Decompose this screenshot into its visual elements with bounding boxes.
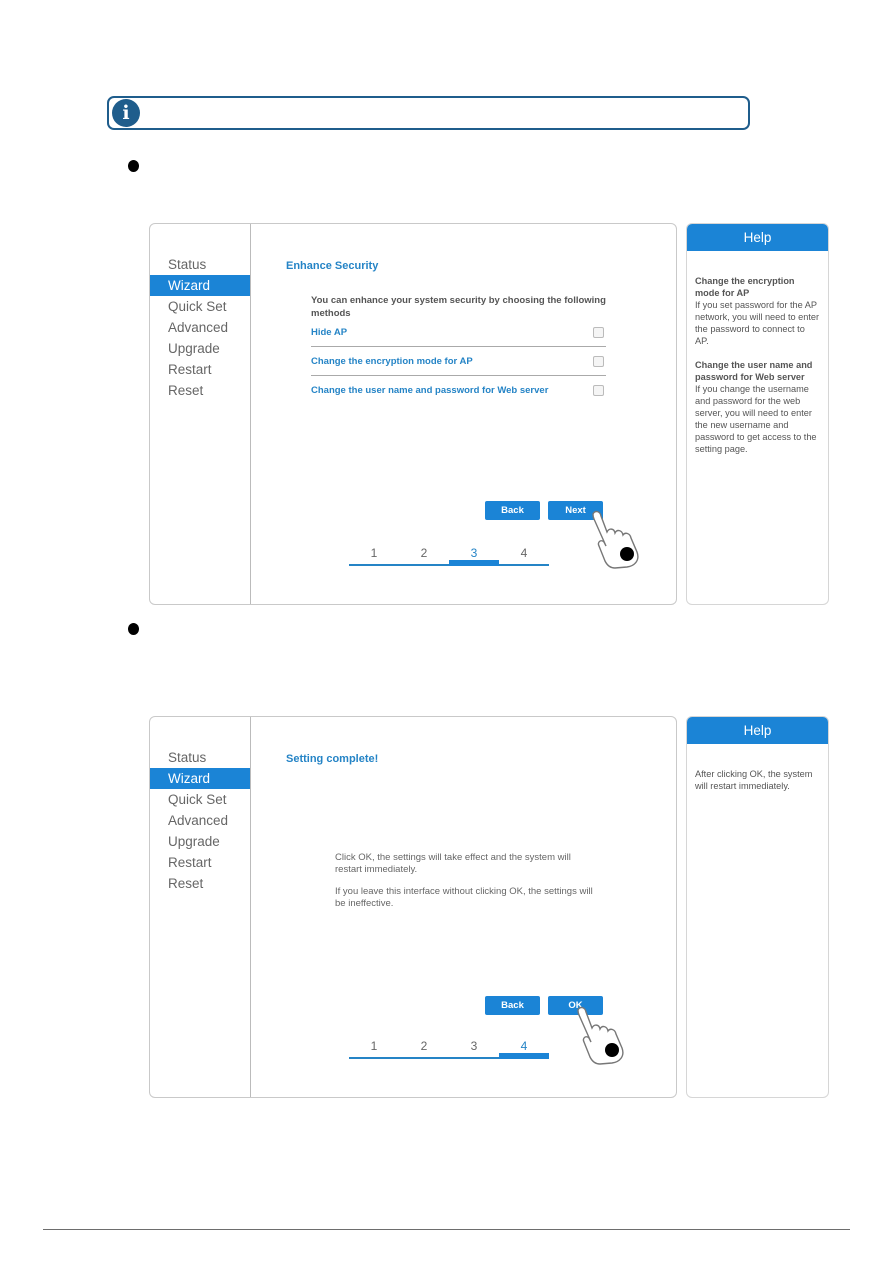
option-label: Change the user name and password for We…: [311, 385, 549, 396]
step-1: 1: [370, 546, 378, 560]
wizard-step-indicator: 1 2 3 4: [349, 546, 549, 566]
step-1: 1: [370, 1039, 378, 1053]
sidebar-item-advanced[interactable]: Advanced: [150, 810, 250, 831]
help-panel: Help After clicking OK, the system will …: [686, 716, 829, 1098]
web-credentials-checkbox[interactable]: [593, 385, 604, 396]
step-3: 3: [470, 1039, 478, 1053]
sidebar-item-advanced[interactable]: Advanced: [150, 317, 250, 338]
back-button[interactable]: Back: [485, 501, 540, 520]
help-panel: Help Change the encryption mode for AP I…: [686, 223, 829, 605]
step-bullet: [128, 160, 139, 172]
sidebar-item-wizard[interactable]: Wizard: [150, 275, 250, 296]
encryption-mode-checkbox[interactable]: [593, 356, 604, 367]
help-body: Change the encryption mode for AP If you…: [687, 251, 828, 455]
message-paragraph: If you leave this interface without clic…: [335, 886, 593, 909]
option-hide-ap: Hide AP: [311, 324, 606, 347]
help-header: Help: [687, 224, 828, 251]
sidebar: Status Wizard Quick Set Advanced Upgrade…: [150, 224, 251, 604]
option-encryption-mode: Change the encryption mode for AP: [311, 353, 606, 376]
option-web-credentials: Change the user name and password for We…: [311, 382, 606, 404]
help-header: Help: [687, 717, 828, 744]
help-heading: Change the user name and password for We…: [695, 360, 813, 382]
option-label: Change the encryption mode for AP: [311, 356, 473, 367]
callout-dot-icon: [620, 547, 634, 561]
sidebar-item-upgrade[interactable]: Upgrade: [150, 831, 250, 852]
sidebar-item-quick-set[interactable]: Quick Set: [150, 296, 250, 317]
sidebar-item-quick-set[interactable]: Quick Set: [150, 789, 250, 810]
sidebar-item-restart[interactable]: Restart: [150, 359, 250, 380]
page-title: Enhance Security: [286, 260, 379, 272]
sidebar-nav: Status Wizard Quick Set Advanced Upgrade…: [150, 254, 250, 401]
current-step-marker: [449, 560, 499, 566]
back-button[interactable]: Back: [485, 996, 540, 1015]
option-label: Hide AP: [311, 327, 348, 338]
info-note-box: [107, 96, 750, 130]
sidebar-item-restart[interactable]: Restart: [150, 852, 250, 873]
hand-pointer-icon: [592, 510, 639, 569]
sidebar-item-reset[interactable]: Reset: [150, 380, 250, 401]
help-heading: Change the encryption mode for AP: [695, 276, 795, 298]
current-step-marker: [499, 1053, 549, 1059]
sidebar-item-wizard[interactable]: Wizard: [150, 768, 250, 789]
footer-divider: [43, 1229, 850, 1230]
sidebar-item-status[interactable]: Status: [150, 254, 250, 275]
sidebar-item-reset[interactable]: Reset: [150, 873, 250, 894]
sidebar-item-upgrade[interactable]: Upgrade: [150, 338, 250, 359]
sidebar: Status Wizard Quick Set Advanced Upgrade…: [150, 717, 251, 1097]
step-2: 2: [420, 546, 428, 560]
step-2: 2: [420, 1039, 428, 1053]
help-text: If you change the username and password …: [695, 384, 817, 454]
step-4: 4: [520, 1039, 528, 1053]
info-icon: i: [112, 99, 140, 127]
step-4: 4: [520, 546, 528, 560]
completion-message: Click OK, the settings will take effect …: [335, 852, 600, 920]
step-bullet: [128, 623, 139, 635]
wizard-step-indicator: 1 2 3 4: [349, 1039, 549, 1059]
sidebar-nav: Status Wizard Quick Set Advanced Upgrade…: [150, 747, 250, 894]
callout-dot-icon: [605, 1043, 619, 1057]
hide-ap-checkbox[interactable]: [593, 327, 604, 338]
sidebar-item-status[interactable]: Status: [150, 747, 250, 768]
hand-pointer-icon: [577, 1006, 624, 1065]
message-paragraph: Click OK, the settings will take effect …: [335, 852, 571, 875]
help-text: If you set password for the AP network, …: [695, 300, 820, 346]
step-3: 3: [470, 546, 478, 560]
page-title: Setting complete!: [286, 753, 379, 765]
help-body: After clicking OK, the system will resta…: [687, 744, 828, 792]
intro-text: You can enhance your system security by …: [311, 295, 606, 319]
help-text: After clicking OK, the system will resta…: [695, 769, 813, 791]
